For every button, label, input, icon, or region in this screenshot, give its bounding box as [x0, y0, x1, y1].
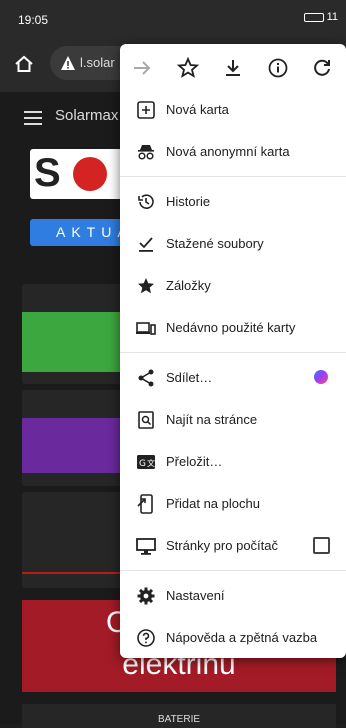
sun-icon — [73, 157, 107, 191]
menu-item-label: Nedávno použité karty — [166, 320, 296, 335]
battery-card-title: BATERIE — [157, 714, 201, 725]
menu-item-desktop-site[interactable]: Stránky pro počítač — [120, 525, 346, 567]
overflow-menu: Nová karta Nová anonymní karta Historie … — [120, 44, 346, 658]
menu-item-label: Přeložit… — [166, 454, 223, 469]
menu-item-history[interactable]: Historie — [120, 181, 346, 223]
menu-item-share[interactable]: Sdílet… — [120, 357, 346, 399]
menu-item-incognito-tab[interactable]: Nová anonymní karta — [120, 131, 346, 173]
menu-item-bookmarks[interactable]: Záložky — [120, 265, 346, 307]
menu-item-label: Historie — [166, 194, 211, 209]
battery-card: BATERIE — [22, 704, 336, 728]
menu-item-downloads[interactable]: Stažené soubory — [120, 223, 346, 265]
find-icon — [138, 411, 154, 429]
menu-divider — [120, 352, 346, 353]
menu-item-recent-tabs[interactable]: Nedávno použité karty — [120, 307, 346, 349]
menu-item-label: Přidat na plochu — [166, 496, 260, 511]
page-title: Solarmax — [55, 107, 119, 124]
menu-item-label: Nastavení — [166, 588, 225, 603]
forward-icon[interactable] — [130, 56, 154, 80]
url-text: l.solar — [80, 55, 115, 70]
share-icon — [138, 369, 154, 387]
menu-item-label: Stránky pro počítač — [166, 538, 278, 553]
star-icon — [138, 278, 154, 294]
menu-item-label: Nová karta — [166, 102, 229, 117]
svg-text:文: 文 — [147, 458, 155, 468]
battery-level: 11 — [326, 11, 338, 23]
gear-icon — [137, 587, 155, 605]
menu-item-label: Stažené soubory — [166, 236, 264, 251]
svg-text:G: G — [139, 459, 146, 469]
reload-icon[interactable] — [310, 56, 334, 80]
menu-divider — [120, 176, 346, 177]
menu-item-new-tab[interactable]: Nová karta — [120, 89, 346, 131]
hamburger-menu-icon[interactable] — [24, 111, 42, 125]
desktop-icon — [136, 538, 156, 555]
status-time: 19:05 — [18, 13, 49, 27]
history-icon — [138, 194, 154, 209]
menu-item-label: Najít na stránce — [166, 412, 258, 427]
recent-tabs-icon — [136, 322, 156, 335]
menu-item-label: Nápověda a zpětná vazba — [166, 630, 318, 645]
add-to-home-icon — [137, 494, 153, 514]
menu-item-translate[interactable]: G 文 Přeložit… — [120, 441, 346, 483]
menu-item-label: Záložky — [166, 278, 211, 293]
downloads-icon — [139, 237, 153, 252]
logo-text: S — [34, 151, 62, 195]
bookmark-star-icon[interactable] — [176, 56, 200, 80]
desktop-site-checkbox[interactable] — [313, 537, 330, 554]
menu-divider — [120, 570, 346, 571]
new-tab-icon — [137, 101, 155, 119]
menu-item-help[interactable]: Nápověda a zpětná vazba — [120, 617, 346, 659]
home-icon[interactable] — [14, 54, 34, 74]
battery-icon — [303, 12, 324, 22]
messenger-icon — [314, 370, 328, 384]
info-icon[interactable] — [266, 56, 290, 80]
menu-item-settings[interactable]: Nastavení — [120, 575, 346, 617]
download-icon[interactable] — [221, 56, 245, 80]
help-icon — [137, 629, 155, 647]
status-right: 11 — [303, 11, 338, 23]
translate-icon: G 文 — [137, 455, 155, 469]
menu-action-row — [120, 44, 346, 92]
incognito-icon — [138, 145, 154, 160]
menu-item-label: Sdílet… — [166, 370, 213, 385]
menu-item-find-in-page[interactable]: Najít na stránce — [120, 399, 346, 441]
menu-item-label: Nová anonymní karta — [166, 144, 290, 159]
menu-item-add-to-home[interactable]: Přidat na plochu — [120, 483, 346, 525]
warning-icon[interactable] — [60, 55, 76, 71]
status-bar: 19:05 11 — [0, 0, 346, 34]
